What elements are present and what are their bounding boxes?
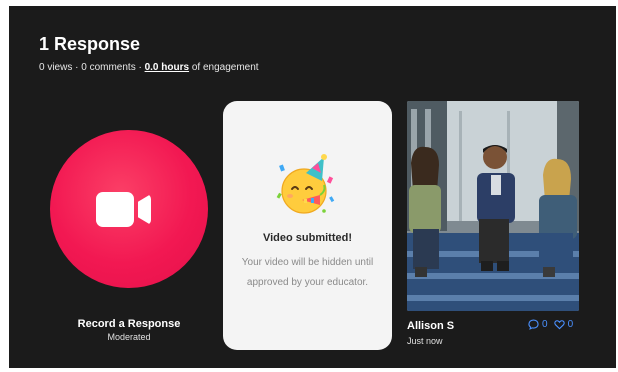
response-timestamp: Just now <box>407 336 443 346</box>
comment-count: 0 <box>542 319 548 330</box>
engagement-suffix: of engagement <box>189 62 259 73</box>
party-face-icon <box>276 154 335 214</box>
responses-title: 1 Response <box>39 34 141 54</box>
response-video-thumbnail[interactable] <box>407 101 579 311</box>
video-submitted-message: Your video will be hidden until approved… <box>241 257 374 288</box>
engagement-stats: 0 views · 0 comments · 0.0 hours of enga… <box>39 62 259 73</box>
video-camera-lens-icon <box>138 194 151 225</box>
like-count: 0 <box>567 319 574 330</box>
record-response-label[interactable]: Record a Response <box>49 318 209 330</box>
heart-icon[interactable] <box>553 319 565 330</box>
engagement-hours-link[interactable]: 0.0 hours <box>145 62 189 73</box>
students-photo <box>407 101 579 311</box>
moderated-label: Moderated <box>107 332 151 342</box>
comment-icon[interactable] <box>528 319 539 330</box>
record-response-button[interactable] <box>50 130 208 288</box>
video-submitted-title: Video submitted! <box>262 232 353 244</box>
response-stats: 0 0 <box>528 319 576 330</box>
views-comments-text: 0 views · 0 comments · <box>39 62 145 73</box>
responses-panel: 1 Response 0 views · 0 comments · 0.0 ho… <box>9 6 616 368</box>
video-submitted-card: Video submitted! Your video will be hidd… <box>223 101 392 350</box>
video-camera-icon <box>96 192 134 227</box>
response-author[interactable]: Allison S <box>407 320 454 332</box>
